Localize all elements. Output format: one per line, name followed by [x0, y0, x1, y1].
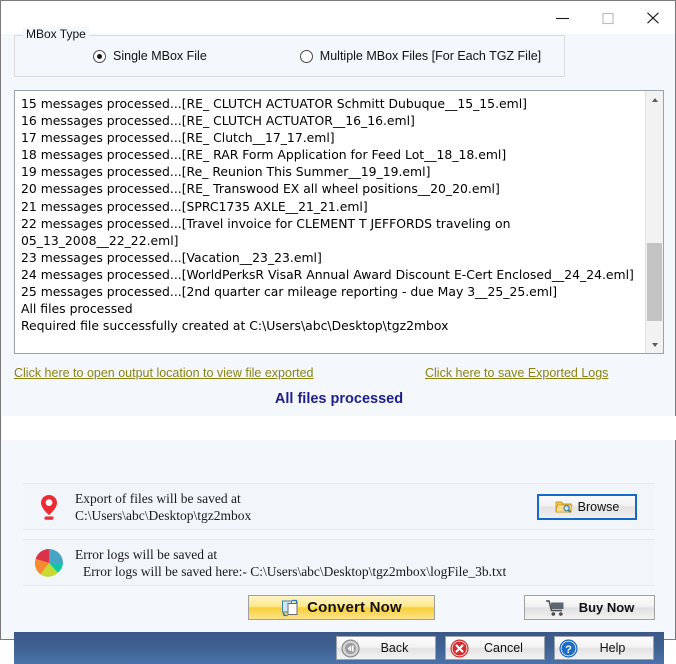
radio-single-mbox-file-indicator: [93, 49, 106, 63]
log-scrollbar[interactable]: [645, 91, 663, 353]
export-location-line2: C:\Users\abc\Desktop\tgz2mbox: [75, 507, 252, 523]
log-output-panel[interactable]: 15 messages processed...[RE_ CLUTCH ACTU…: [14, 90, 664, 354]
error-log-line2: Error logs will be saved here:- C:\Users…: [83, 563, 507, 579]
save-exported-logs-link[interactable]: Click here to save Exported Logs: [425, 366, 608, 380]
scroll-up-arrow-icon[interactable]: [646, 91, 663, 108]
error-log-row: Error logs will be saved at Error logs w…: [23, 539, 655, 586]
browse-button-label: Browse: [577, 499, 620, 514]
radio-single-mbox-file-label: Single MBox File: [113, 49, 207, 63]
title-bar: [1, 1, 675, 34]
folder-search-icon: [555, 501, 573, 513]
back-button-label: Back: [380, 641, 409, 655]
buy-now-button[interactable]: Buy Now: [524, 595, 655, 620]
error-log-text: Error logs will be saved at Error logs w…: [75, 546, 655, 580]
pie-chart-icon: [23, 548, 75, 578]
radio-multiple-mbox-files-label: Multiple MBox Files [For Each TGZ File]: [319, 49, 542, 63]
help-button-label: Help: [599, 641, 626, 655]
rewind-icon: [341, 638, 360, 658]
location-pin-icon: [23, 493, 75, 521]
minimize-icon: [555, 17, 569, 19]
export-location-line1: Export of files will be saved at: [75, 490, 241, 506]
close-button[interactable]: [630, 1, 675, 34]
log-output-text: 15 messages processed...[RE_ CLUTCH ACTU…: [21, 96, 634, 334]
scroll-down-arrow-icon[interactable]: [646, 336, 663, 353]
radio-multiple-mbox-files-indicator: [299, 49, 313, 63]
cancel-button-label: Cancel: [484, 641, 523, 655]
open-output-location-link[interactable]: Click here to open output location to vi…: [14, 366, 313, 380]
minimize-button[interactable]: [540, 1, 585, 34]
cancel-x-icon: [450, 639, 469, 657]
action-links-row: Click here to open output location to vi…: [1, 364, 676, 388]
convert-now-button[interactable]: Convert Now: [248, 595, 435, 620]
radio-single-mbox-file[interactable]: Single MBox File: [93, 49, 207, 63]
shopping-cart-icon: [545, 599, 564, 616]
mbox-type-options: Single MBox File Multiple MBox Files [Fo…: [15, 36, 564, 76]
svg-text:?: ?: [565, 644, 572, 656]
question-mark-icon: ?: [559, 639, 578, 657]
export-location-text: Export of files will be saved at C:\User…: [75, 490, 537, 524]
maximize-icon: [601, 12, 614, 24]
separator-panel: [2, 416, 676, 440]
log-scrollbar-thumb[interactable]: [647, 243, 662, 321]
convert-now-label: Convert Now: [307, 599, 402, 616]
application-window: MBox Type Single MBox File Multiple MBox…: [0, 0, 676, 664]
close-icon: [646, 11, 659, 24]
footer-bar: Back Cancel ? Help: [14, 632, 664, 664]
browse-button[interactable]: Browse: [537, 493, 637, 520]
main-body: MBox Type Single MBox File Multiple MBox…: [1, 27, 676, 664]
convert-files-icon: [282, 599, 299, 616]
buy-now-label: Buy Now: [578, 600, 635, 615]
error-log-line1: Error logs will be saved at: [75, 546, 218, 562]
mbox-type-groupbox: MBox Type Single MBox File Multiple MBox…: [14, 27, 565, 77]
maximize-button[interactable]: [585, 1, 630, 34]
status-message: All files processed: [274, 391, 404, 407]
radio-multiple-mbox-files[interactable]: Multiple MBox Files [For Each TGZ File]: [299, 49, 542, 63]
export-location-row: Export of files will be saved at C:\User…: [23, 483, 655, 530]
